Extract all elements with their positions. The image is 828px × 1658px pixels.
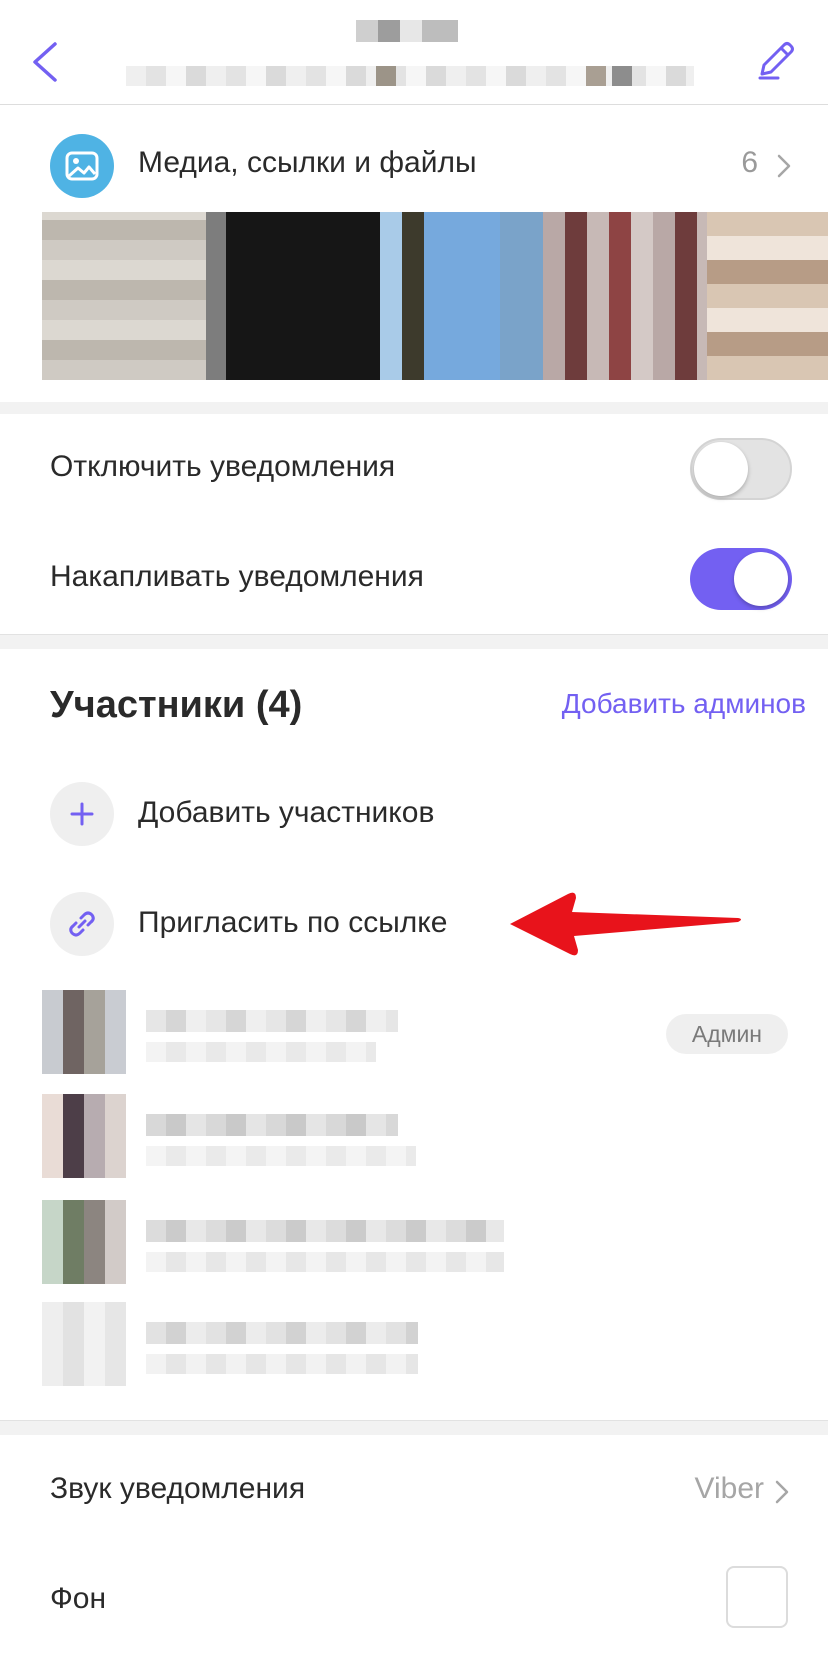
member-row[interactable] bbox=[0, 1200, 828, 1296]
link-icon bbox=[50, 892, 114, 956]
blurred-member-info bbox=[146, 1252, 504, 1272]
edit-button[interactable] bbox=[748, 32, 804, 88]
blurred-member-name bbox=[146, 1114, 398, 1136]
mute-notifications-toggle[interactable] bbox=[690, 438, 792, 500]
media-thumbnail[interactable] bbox=[205, 212, 380, 380]
media-count: 6 bbox=[741, 146, 758, 179]
section-divider bbox=[0, 634, 828, 649]
avatar bbox=[42, 1094, 126, 1178]
top-bar bbox=[0, 0, 828, 105]
mute-notifications-row: Отключить уведомления bbox=[0, 414, 828, 524]
media-label: Медиа, ссылки и файлы bbox=[138, 146, 477, 179]
media-links-files-row[interactable]: Медиа, ссылки и файлы 6 bbox=[0, 132, 828, 200]
invite-by-link-label: Пригласить по ссылке bbox=[138, 906, 448, 939]
background-row[interactable]: Фон bbox=[0, 1544, 828, 1654]
background-label: Фон bbox=[50, 1582, 107, 1615]
accumulate-notifications-label: Накапливать уведомления bbox=[50, 560, 424, 593]
blurred-member-name bbox=[146, 1322, 418, 1344]
blurred-member-info bbox=[146, 1354, 418, 1374]
background-preview[interactable] bbox=[726, 1566, 788, 1628]
chevron-right-icon bbox=[777, 154, 791, 178]
accumulate-notifications-toggle[interactable] bbox=[690, 548, 792, 610]
avatar bbox=[42, 990, 126, 1074]
avatar bbox=[42, 1302, 126, 1386]
notification-sound-label: Звук уведомления bbox=[50, 1472, 306, 1505]
blurred-member-name bbox=[146, 1010, 398, 1032]
image-icon bbox=[50, 134, 114, 198]
add-participants-label: Добавить участников bbox=[138, 796, 435, 829]
add-admins-link[interactable]: Добавить админов bbox=[562, 688, 806, 720]
toggle-knob bbox=[694, 442, 748, 496]
blurred-chat-title bbox=[126, 20, 714, 86]
section-divider bbox=[0, 1420, 828, 1435]
member-row[interactable] bbox=[0, 1302, 828, 1398]
media-thumbnails bbox=[42, 212, 828, 380]
blurred-member-info bbox=[146, 1146, 416, 1166]
member-row[interactable]: Админ bbox=[0, 990, 828, 1086]
pencil-icon bbox=[758, 42, 794, 80]
chevron-right-icon bbox=[775, 1480, 789, 1504]
toggle-knob bbox=[734, 552, 788, 606]
chevron-left-icon bbox=[33, 42, 57, 82]
section-divider bbox=[0, 402, 828, 414]
media-thumbnail[interactable] bbox=[379, 212, 544, 380]
blurred-member-name bbox=[146, 1220, 504, 1242]
red-arrow-annotation-icon bbox=[510, 892, 741, 956]
notification-sound-value: Viber bbox=[694, 1472, 765, 1505]
media-thumbnail[interactable] bbox=[707, 212, 828, 380]
add-participants-button[interactable]: Добавить участников bbox=[0, 782, 828, 852]
accumulate-notifications-row: Накапливать уведомления bbox=[0, 524, 828, 634]
participants-title: Участники (4) bbox=[50, 684, 303, 726]
back-button[interactable] bbox=[16, 34, 72, 90]
mute-notifications-label: Отключить уведомления bbox=[50, 450, 396, 483]
avatar bbox=[42, 1200, 126, 1284]
media-thumbnail[interactable] bbox=[543, 212, 708, 380]
plus-icon bbox=[50, 782, 114, 846]
media-thumbnail[interactable] bbox=[42, 212, 206, 380]
blurred-member-info bbox=[146, 1042, 376, 1062]
member-row[interactable] bbox=[0, 1094, 828, 1190]
admin-badge: Админ bbox=[665, 1014, 788, 1054]
notification-sound-row[interactable]: Звук уведомления Viber bbox=[0, 1434, 828, 1544]
